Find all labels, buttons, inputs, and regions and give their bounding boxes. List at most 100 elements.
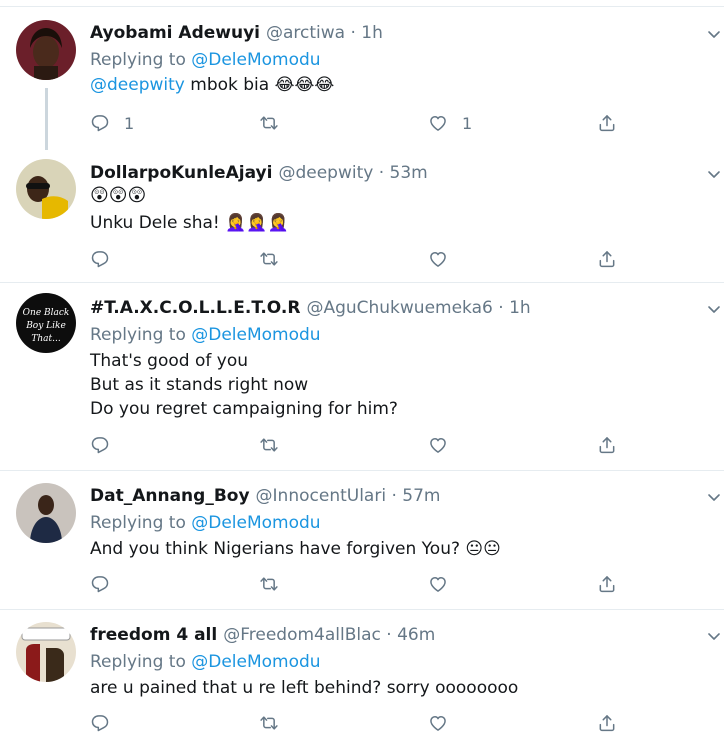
- retweet-icon: [260, 116, 278, 130]
- chevron-down-icon[interactable]: [706, 166, 722, 182]
- separator: ·: [386, 625, 392, 645]
- retweet-icon: [260, 438, 278, 452]
- display-name[interactable]: Ayobami Adewuyi: [90, 23, 260, 43]
- user-handle[interactable]: @Freedom4allBlac: [223, 625, 381, 645]
- tweet-header: DollarpoKunleAjayi @deepwity · 53m: [90, 162, 428, 184]
- like-button[interactable]: [428, 711, 448, 735]
- avatar[interactable]: One Black Boy Like That...: [16, 293, 76, 353]
- tweet-text-line: are u pained that u re left behind? sorr…: [90, 678, 519, 698]
- thread-connector: [45, 88, 48, 150]
- tweet-header: freedom 4 all @Freedom4allBlac · 46m: [90, 624, 435, 646]
- retweet-button[interactable]: [259, 247, 279, 271]
- retweet-button[interactable]: [259, 111, 279, 135]
- share-button[interactable]: [597, 711, 617, 735]
- like-button[interactable]: [428, 433, 448, 457]
- tweet-text-line: 😲😲😲: [90, 185, 147, 206]
- like-button[interactable]: [428, 572, 448, 596]
- tweet-dat-annang[interactable]: Dat_Annang_Boy @InnocentUlari · 57m Reply…: [0, 471, 724, 610]
- share-button[interactable]: [597, 247, 617, 271]
- like-button[interactable]: 1: [428, 111, 472, 135]
- mention-link[interactable]: @deepwity: [90, 75, 185, 95]
- replying-to: Replying to @DeleMomodu: [90, 324, 321, 346]
- tweet-actions: 1 1: [90, 111, 630, 135]
- separator: ·: [498, 298, 504, 318]
- tweet-text-line: Unku Dele sha! 🤦‍♀️🤦‍♀️🤦‍♀️: [90, 213, 289, 233]
- tweet-freedom4all[interactable]: freedom 4 all @Freedom4allBlac · 46m Repl…: [0, 610, 724, 736]
- replying-label: Replying to: [90, 325, 186, 345]
- avatar-text-line: One Black: [23, 308, 70, 318]
- avatar[interactable]: [16, 20, 76, 80]
- like-icon: [430, 716, 446, 731]
- avatar[interactable]: [16, 159, 76, 219]
- display-name[interactable]: DollarpoKunleAjayi: [90, 163, 272, 183]
- reply-icon: [91, 715, 109, 732]
- reply-icon: [91, 437, 109, 454]
- like-icon: [430, 438, 446, 453]
- tweet-text-line: But as it stands right now: [90, 375, 309, 395]
- tweet-dollarpo[interactable]: DollarpoKunleAjayi @deepwity · 53m 😲😲😲 Un…: [0, 155, 724, 283]
- share-button[interactable]: [597, 111, 617, 135]
- display-name[interactable]: #T.A.X.C.O.L.L.E.T.O.R: [90, 298, 300, 318]
- retweet-button[interactable]: [259, 572, 279, 596]
- tweet-actions: [90, 572, 630, 596]
- avatar-text-line: That...: [31, 334, 61, 344]
- user-handle[interactable]: @InnocentUlari: [256, 486, 387, 506]
- replying-to: Replying to @DeleMomodu: [90, 49, 321, 71]
- reply-button[interactable]: 1: [90, 111, 134, 135]
- like-icon: [430, 577, 446, 592]
- chevron-down-icon[interactable]: [706, 489, 722, 505]
- timestamp[interactable]: 53m: [390, 163, 428, 183]
- reply-icon: [91, 115, 109, 132]
- avatar[interactable]: [16, 483, 76, 543]
- tweet-text-line: That's good of you: [90, 351, 248, 371]
- tweet-actions: [90, 247, 630, 271]
- tweet-actions: [90, 433, 630, 457]
- reply-button[interactable]: [90, 433, 110, 457]
- mention-link[interactable]: @DeleMomodu: [191, 50, 320, 70]
- replying-to: Replying to @DeleMomodu: [90, 512, 321, 534]
- separator: ·: [391, 486, 397, 506]
- reply-button[interactable]: [90, 572, 110, 596]
- chevron-down-icon[interactable]: [706, 628, 722, 644]
- chevron-down-icon[interactable]: [706, 26, 722, 42]
- timestamp[interactable]: 1h: [361, 23, 383, 43]
- mention-link[interactable]: @DeleMomodu: [191, 513, 320, 533]
- like-count: 1: [462, 113, 473, 133]
- retweet-icon: [260, 716, 278, 730]
- tweet-actions: [90, 711, 630, 735]
- share-button[interactable]: [597, 433, 617, 457]
- timestamp[interactable]: 46m: [397, 625, 435, 645]
- avatar[interactable]: [16, 622, 76, 682]
- share-icon: [599, 715, 615, 732]
- user-handle[interactable]: @arctiwa: [266, 23, 345, 43]
- retweet-button[interactable]: [259, 711, 279, 735]
- replying-label: Replying to: [90, 652, 186, 672]
- mention-link[interactable]: @DeleMomodu: [191, 652, 320, 672]
- timestamp[interactable]: 1h: [509, 298, 531, 318]
- tweet-ayobami[interactable]: Ayobami Adewuyi @arctiwa · 1h Replying to…: [0, 0, 724, 155]
- display-name[interactable]: Dat_Annang_Boy: [90, 486, 250, 506]
- tweet-taxcolletor[interactable]: One Black Boy Like That... #T.A.X.C.O.L.…: [0, 283, 724, 471]
- replying-label: Replying to: [90, 513, 186, 533]
- tweet-header: #T.A.X.C.O.L.L.E.T.O.R @AguChukwuemeka6 ·…: [90, 297, 531, 319]
- like-button[interactable]: [428, 247, 448, 271]
- replying-to: Replying to @DeleMomodu: [90, 651, 321, 673]
- tweet-text: @deepwity mbok bia 😂😂😂: [90, 73, 334, 97]
- separator: ·: [350, 23, 356, 43]
- user-handle[interactable]: @deepwity: [278, 163, 373, 183]
- share-button[interactable]: [597, 572, 617, 596]
- chevron-down-icon[interactable]: [706, 301, 722, 317]
- reply-button[interactable]: [90, 711, 110, 735]
- user-handle[interactable]: @AguChukwuemeka6: [306, 298, 492, 318]
- separator: ·: [378, 163, 385, 183]
- reply-button[interactable]: [90, 247, 110, 271]
- share-icon: [599, 576, 615, 593]
- tweet-header: Ayobami Adewuyi @arctiwa · 1h: [90, 22, 383, 44]
- share-icon: [599, 115, 615, 132]
- like-icon: [430, 116, 446, 131]
- retweet-button[interactable]: [259, 433, 279, 457]
- tweet-text-body: mbok bia 😂😂😂: [190, 75, 335, 95]
- mention-link[interactable]: @DeleMomodu: [191, 325, 320, 345]
- display-name[interactable]: freedom 4 all: [90, 625, 217, 645]
- timestamp[interactable]: 57m: [402, 486, 440, 506]
